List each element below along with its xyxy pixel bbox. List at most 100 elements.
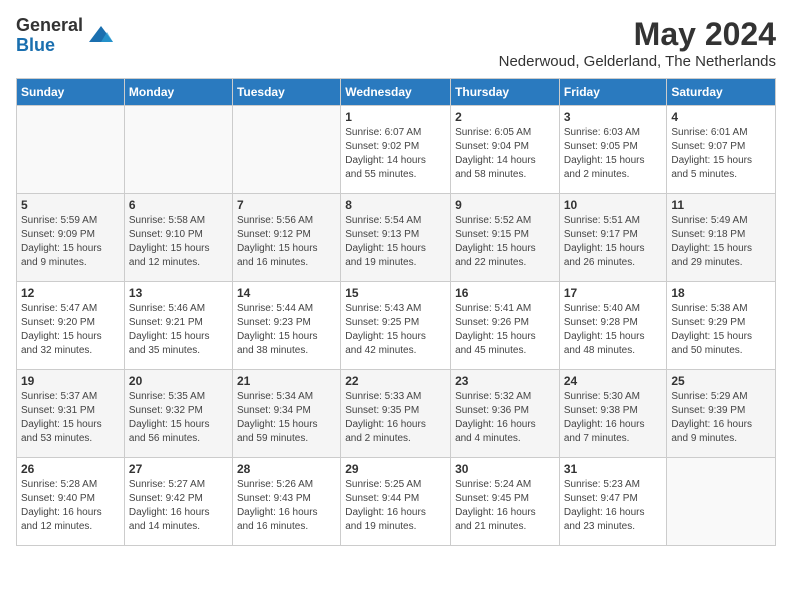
day-number: 5 <box>21 198 120 212</box>
day-number: 7 <box>237 198 336 212</box>
day-info: Sunrise: 5:26 AM Sunset: 9:43 PM Dayligh… <box>237 478 336 534</box>
day-number: 3 <box>564 110 663 124</box>
day-info: Sunrise: 6:05 AM Sunset: 9:04 PM Dayligh… <box>455 126 555 182</box>
calendar-cell: 25Sunrise: 5:29 AM Sunset: 9:39 PM Dayli… <box>667 370 776 458</box>
day-info: Sunrise: 5:51 AM Sunset: 9:17 PM Dayligh… <box>564 214 663 270</box>
day-info: Sunrise: 5:28 AM Sunset: 9:40 PM Dayligh… <box>21 478 120 534</box>
calendar-cell: 8 Sunrise: 5:54 AM Sunset: 9:13 PM Daylig… <box>341 194 451 282</box>
logo-general: General <box>16 16 83 36</box>
calendar-cell: 21 Sunrise: 5:34 AM Sunset: 9:34 PM Dayli… <box>232 370 340 458</box>
calendar-cell: 17 Sunrise: 5:40 AM Sunset: 9:28 PM Dayli… <box>559 282 667 370</box>
calendar-cell: 6Sunrise: 5:58 AM Sunset: 9:10 PM Daylig… <box>124 194 232 282</box>
calendar-cell <box>124 106 232 194</box>
day-info: Sunrise: 5:59 AM Sunset: 9:09 PM Dayligh… <box>21 214 120 270</box>
calendar-cell: 20 Sunrise: 5:35 AM Sunset: 9:32 PM Dayli… <box>124 370 232 458</box>
calendar-cell: 29 Sunrise: 5:25 AM Sunset: 9:44 PM Dayli… <box>341 458 451 546</box>
page-header: General Blue May 2024 Nederwoud, Gelderl… <box>16 16 776 70</box>
day-number: 20 <box>129 374 228 388</box>
day-number: 6 <box>129 198 228 212</box>
day-info: Sunrise: 5:52 AM Sunset: 9:15 PM Dayligh… <box>455 214 555 270</box>
calendar-cell: 1 Sunrise: 6:07 AM Sunset: 9:02 PM Daylig… <box>341 106 451 194</box>
day-info: Sunrise: 5:54 AM Sunset: 9:13 PM Dayligh… <box>345 214 446 270</box>
day-number: 11 <box>671 198 771 212</box>
week-row-5: 26 Sunrise: 5:28 AM Sunset: 9:40 PM Dayli… <box>17 458 776 546</box>
location-subtitle: Nederwoud, Gelderland, The Netherlands <box>499 53 776 70</box>
day-number: 22 <box>345 374 446 388</box>
day-info: Sunrise: 5:40 AM Sunset: 9:28 PM Dayligh… <box>564 302 663 358</box>
calendar-cell: 28 Sunrise: 5:26 AM Sunset: 9:43 PM Dayli… <box>232 458 340 546</box>
calendar-cell: 30Sunrise: 5:24 AM Sunset: 9:45 PM Dayli… <box>451 458 560 546</box>
day-number: 25 <box>671 374 771 388</box>
day-number: 16 <box>455 286 555 300</box>
calendar-cell: 16 Sunrise: 5:41 AM Sunset: 9:26 PM Dayli… <box>451 282 560 370</box>
day-info: Sunrise: 5:49 AM Sunset: 9:18 PM Dayligh… <box>671 214 771 270</box>
day-info: Sunrise: 5:38 AM Sunset: 9:29 PM Dayligh… <box>671 302 771 358</box>
day-info: Sunrise: 5:56 AM Sunset: 9:12 PM Dayligh… <box>237 214 336 270</box>
calendar-cell: 23 Sunrise: 5:32 AM Sunset: 9:36 PM Dayli… <box>451 370 560 458</box>
weekday-header-row: SundayMondayTuesdayWednesdayThursdayFrid… <box>17 79 776 106</box>
day-number: 19 <box>21 374 120 388</box>
day-number: 12 <box>21 286 120 300</box>
day-info: Sunrise: 5:34 AM Sunset: 9:34 PM Dayligh… <box>237 390 336 446</box>
day-info: Sunrise: 5:35 AM Sunset: 9:32 PM Dayligh… <box>129 390 228 446</box>
logo: General Blue <box>16 16 115 56</box>
day-info: Sunrise: 5:25 AM Sunset: 9:44 PM Dayligh… <box>345 478 446 534</box>
day-number: 24 <box>564 374 663 388</box>
day-info: Sunrise: 5:47 AM Sunset: 9:20 PM Dayligh… <box>21 302 120 358</box>
calendar-cell: 12 Sunrise: 5:47 AM Sunset: 9:20 PM Dayli… <box>17 282 125 370</box>
day-number: 30 <box>455 462 555 476</box>
day-number: 1 <box>345 110 446 124</box>
calendar-cell: 2 Sunrise: 6:05 AM Sunset: 9:04 PM Daylig… <box>451 106 560 194</box>
weekday-header-friday: Friday <box>559 79 667 106</box>
calendar-cell: 10 Sunrise: 5:51 AM Sunset: 9:17 PM Dayli… <box>559 194 667 282</box>
calendar-cell: 18 Sunrise: 5:38 AM Sunset: 9:29 PM Dayli… <box>667 282 776 370</box>
weekday-header-saturday: Saturday <box>667 79 776 106</box>
calendar-cell: 9 Sunrise: 5:52 AM Sunset: 9:15 PM Daylig… <box>451 194 560 282</box>
day-number: 17 <box>564 286 663 300</box>
day-number: 21 <box>237 374 336 388</box>
calendar-cell: 5 Sunrise: 5:59 AM Sunset: 9:09 PM Daylig… <box>17 194 125 282</box>
day-number: 14 <box>237 286 336 300</box>
day-number: 15 <box>345 286 446 300</box>
day-number: 26 <box>21 462 120 476</box>
calendar-cell: 31Sunrise: 5:23 AM Sunset: 9:47 PM Dayli… <box>559 458 667 546</box>
day-number: 2 <box>455 110 555 124</box>
day-info: Sunrise: 5:23 AM Sunset: 9:47 PM Dayligh… <box>564 478 663 534</box>
calendar-cell: 26 Sunrise: 5:28 AM Sunset: 9:40 PM Dayli… <box>17 458 125 546</box>
week-row-3: 12 Sunrise: 5:47 AM Sunset: 9:20 PM Dayli… <box>17 282 776 370</box>
calendar-cell <box>17 106 125 194</box>
day-info: Sunrise: 5:41 AM Sunset: 9:26 PM Dayligh… <box>455 302 555 358</box>
day-number: 29 <box>345 462 446 476</box>
weekday-header-wednesday: Wednesday <box>341 79 451 106</box>
calendar-cell: 24 Sunrise: 5:30 AM Sunset: 9:38 PM Dayli… <box>559 370 667 458</box>
day-info: Sunrise: 5:30 AM Sunset: 9:38 PM Dayligh… <box>564 390 663 446</box>
weekday-header-sunday: Sunday <box>17 79 125 106</box>
day-number: 10 <box>564 198 663 212</box>
day-info: Sunrise: 5:32 AM Sunset: 9:36 PM Dayligh… <box>455 390 555 446</box>
calendar-cell: 22 Sunrise: 5:33 AM Sunset: 9:35 PM Dayli… <box>341 370 451 458</box>
day-number: 28 <box>237 462 336 476</box>
calendar-cell: 27Sunrise: 5:27 AM Sunset: 9:42 PM Dayli… <box>124 458 232 546</box>
day-info: Sunrise: 5:46 AM Sunset: 9:21 PM Dayligh… <box>129 302 228 358</box>
calendar-cell: 11 Sunrise: 5:49 AM Sunset: 9:18 PM Dayli… <box>667 194 776 282</box>
day-number: 9 <box>455 198 555 212</box>
day-number: 13 <box>129 286 228 300</box>
weekday-header-tuesday: Tuesday <box>232 79 340 106</box>
day-number: 23 <box>455 374 555 388</box>
calendar-cell: 13 Sunrise: 5:46 AM Sunset: 9:21 PM Dayli… <box>124 282 232 370</box>
calendar-cell: 7 Sunrise: 5:56 AM Sunset: 9:12 PM Daylig… <box>232 194 340 282</box>
day-number: 18 <box>671 286 771 300</box>
calendar-cell <box>232 106 340 194</box>
calendar-cell: 3Sunrise: 6:03 AM Sunset: 9:05 PM Daylig… <box>559 106 667 194</box>
day-info: Sunrise: 5:33 AM Sunset: 9:35 PM Dayligh… <box>345 390 446 446</box>
day-info: Sunrise: 5:43 AM Sunset: 9:25 PM Dayligh… <box>345 302 446 358</box>
logo-icon <box>87 22 115 50</box>
day-info: Sunrise: 5:37 AM Sunset: 9:31 PM Dayligh… <box>21 390 120 446</box>
calendar-cell <box>667 458 776 546</box>
week-row-2: 5 Sunrise: 5:59 AM Sunset: 9:09 PM Daylig… <box>17 194 776 282</box>
calendar-cell: 4Sunrise: 6:01 AM Sunset: 9:07 PM Daylig… <box>667 106 776 194</box>
day-info: Sunrise: 6:01 AM Sunset: 9:07 PM Dayligh… <box>671 126 771 182</box>
calendar-cell: 14Sunrise: 5:44 AM Sunset: 9:23 PM Dayli… <box>232 282 340 370</box>
day-number: 8 <box>345 198 446 212</box>
day-info: Sunrise: 6:07 AM Sunset: 9:02 PM Dayligh… <box>345 126 446 182</box>
